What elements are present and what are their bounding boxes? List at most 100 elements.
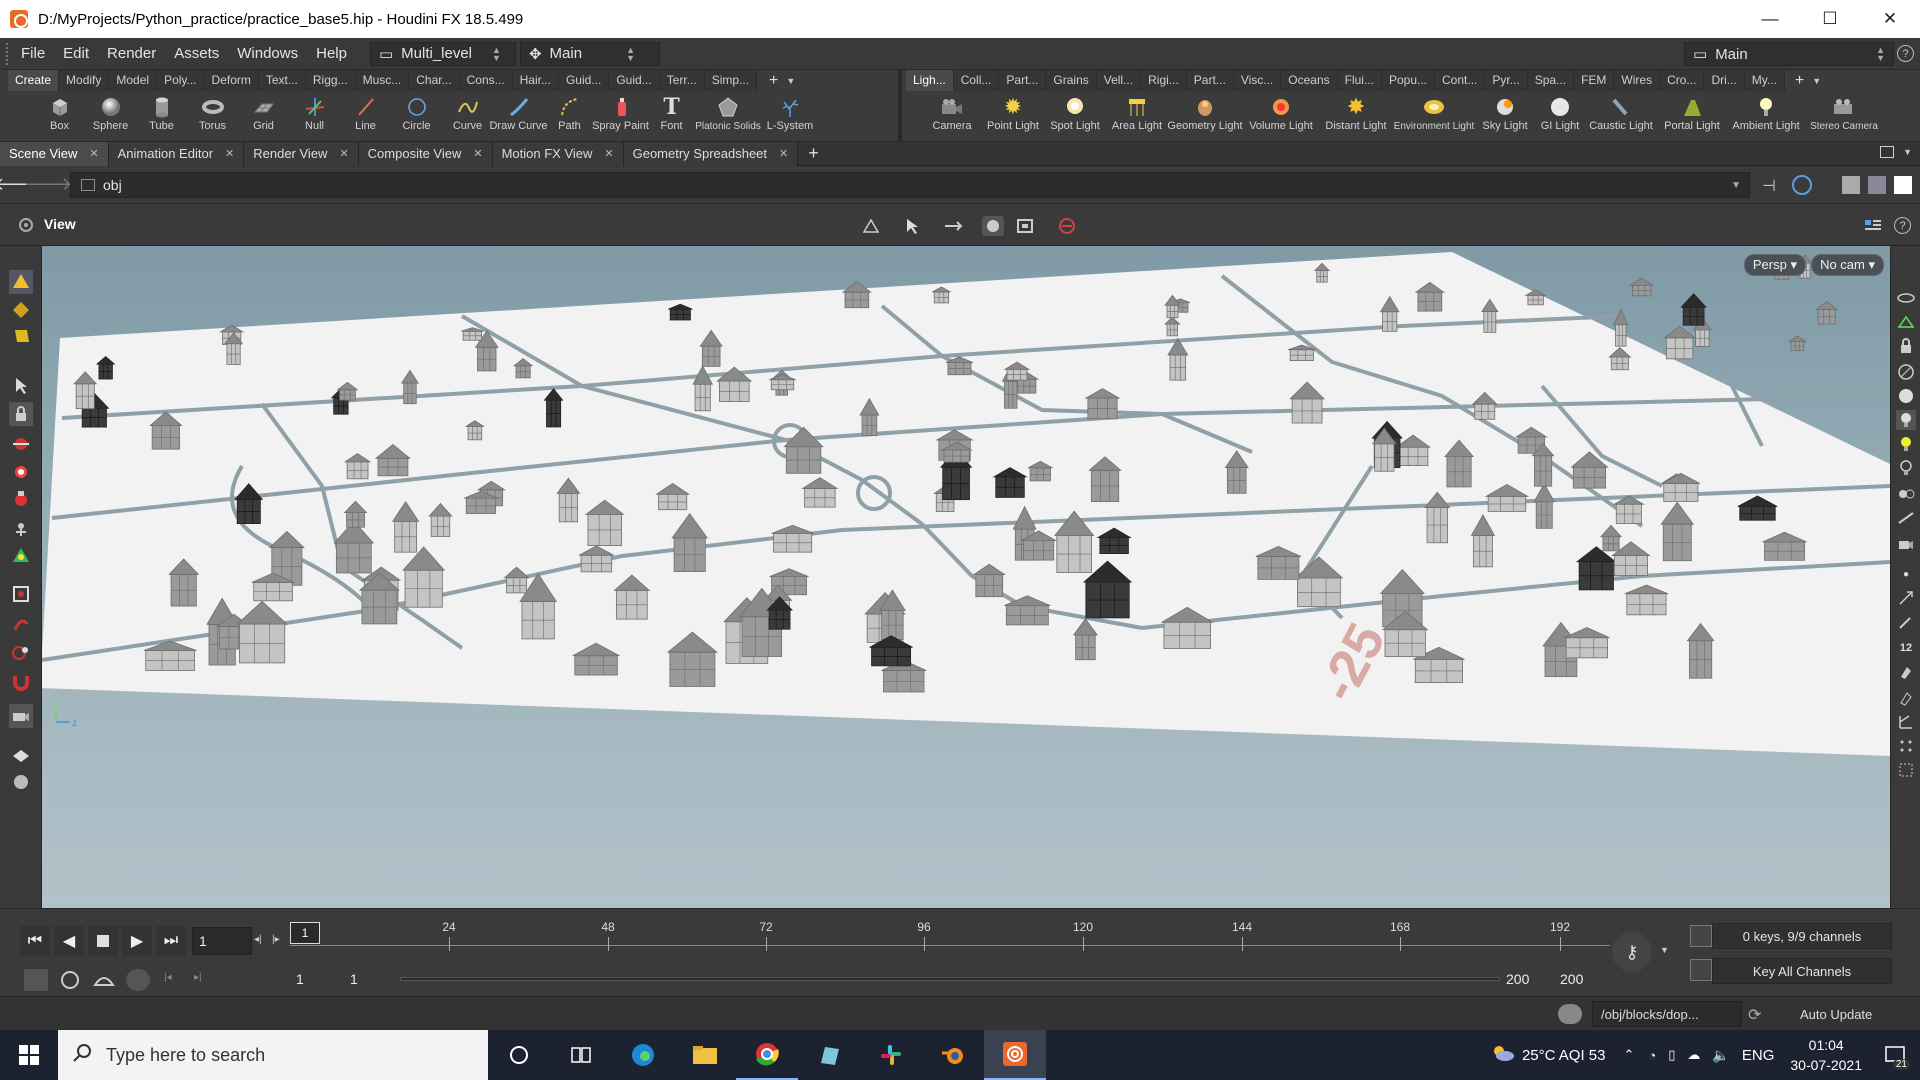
key-all-channels-button[interactable]: Key All Channels bbox=[1712, 958, 1892, 984]
snapping-icon[interactable] bbox=[982, 216, 1004, 236]
number-12-icon[interactable]: 12 bbox=[1896, 638, 1916, 658]
tool-curve[interactable]: Curve bbox=[442, 92, 493, 142]
normals-icon[interactable] bbox=[1896, 508, 1916, 528]
chevron-down-icon[interactable]: ▼ bbox=[1660, 945, 1669, 955]
refresh-icon[interactable]: ⟳ bbox=[1748, 1005, 1761, 1025]
close-tab-icon[interactable]: ✕ bbox=[779, 147, 788, 160]
tool-area-light[interactable]: Area Light bbox=[1106, 92, 1168, 142]
graph-icon[interactable] bbox=[1690, 959, 1712, 981]
network-path-field[interactable]: obj ▼ bbox=[70, 172, 1750, 198]
move-tool-icon[interactable] bbox=[9, 432, 33, 456]
stop-icon[interactable] bbox=[88, 926, 118, 956]
tool-ambient-light[interactable]: Ambient Light bbox=[1728, 92, 1804, 142]
tool-font[interactable]: T Font bbox=[646, 92, 697, 142]
select-arrow-icon[interactable] bbox=[902, 216, 924, 236]
step-back-icon[interactable]: ◂| bbox=[254, 934, 262, 945]
menu-file[interactable]: File bbox=[12, 45, 54, 62]
shelf-tab[interactable]: Coll... bbox=[953, 70, 1000, 91]
menu-edit[interactable]: Edit bbox=[54, 45, 98, 62]
selection-mode-objects-icon[interactable] bbox=[9, 270, 33, 294]
shelf-tab[interactable]: Spa... bbox=[1527, 70, 1575, 91]
frame-marker[interactable]: 1 bbox=[290, 922, 320, 944]
jump-end-icon[interactable]: ⏭ bbox=[156, 926, 186, 956]
selection-mode-dynamics-icon[interactable] bbox=[9, 324, 33, 348]
battery-icon[interactable]: ▯ bbox=[1668, 1047, 1675, 1063]
tab-render-view[interactable]: Render View ✕ bbox=[244, 141, 359, 166]
shelf-tab[interactable]: Guid... bbox=[558, 70, 610, 91]
menu-windows[interactable]: Windows bbox=[228, 45, 307, 62]
link-icon[interactable] bbox=[1792, 175, 1812, 195]
view-tool-icon[interactable] bbox=[9, 582, 33, 606]
volume-icon[interactable]: 🔈 bbox=[1712, 1047, 1729, 1064]
tab-scene-view[interactable]: Scene View ✕ bbox=[0, 141, 109, 166]
cortana-icon[interactable] bbox=[488, 1030, 550, 1080]
menu-help[interactable]: Help bbox=[307, 45, 356, 62]
shelf-tab[interactable]: Wires bbox=[1614, 70, 1661, 91]
network-icon[interactable]: ◔ bbox=[1648, 1048, 1656, 1063]
tool-draw-curve[interactable]: Draw Curve bbox=[489, 92, 548, 142]
chevron-down-icon[interactable]: ▼ bbox=[1731, 180, 1741, 191]
weather-text[interactable]: 25°C AQI 53 bbox=[1522, 1047, 1606, 1064]
lock-camera-icon[interactable] bbox=[1896, 336, 1916, 356]
chevron-up-icon[interactable]: ⌃ bbox=[1624, 1047, 1635, 1063]
shelf-tab[interactable]: Char... bbox=[409, 70, 460, 91]
viewport-layout-icon[interactable] bbox=[1862, 216, 1884, 236]
status-path-field[interactable]: /obj/blocks/dop... bbox=[1592, 1001, 1742, 1027]
tool-caustic-light[interactable]: Caustic Light bbox=[1586, 92, 1656, 142]
tool-spot-light[interactable]: Spot Light bbox=[1044, 92, 1106, 142]
paint-tool-icon[interactable] bbox=[9, 612, 33, 636]
ghost-icon[interactable] bbox=[1896, 362, 1916, 382]
brush-tool-icon[interactable] bbox=[9, 640, 33, 664]
menu-render[interactable]: Render bbox=[98, 45, 165, 62]
vector-icon[interactable] bbox=[1896, 588, 1916, 608]
pane-link-icon[interactable] bbox=[1894, 176, 1912, 194]
tab-composite-view[interactable]: Composite View ✕ bbox=[358, 141, 493, 166]
close-tab-icon[interactable]: ✕ bbox=[89, 147, 98, 160]
file-explorer-icon[interactable] bbox=[674, 1030, 736, 1080]
taskbar-search-box[interactable]: Type here to search bbox=[58, 1030, 488, 1080]
tool-path[interactable]: Path bbox=[544, 92, 595, 142]
shelf-tab[interactable]: Popu... bbox=[1381, 70, 1436, 91]
shelf-tab[interactable]: Modify bbox=[59, 70, 110, 91]
tool-sky-light[interactable]: Sky Light bbox=[1476, 92, 1534, 142]
camera-tool-icon[interactable] bbox=[9, 704, 33, 728]
no-entry-icon[interactable] bbox=[1056, 216, 1078, 236]
desktop-layout-icon[interactable] bbox=[1842, 176, 1860, 194]
shelf-tab[interactable]: Visc... bbox=[1233, 70, 1282, 91]
menu-assets[interactable]: Assets bbox=[165, 45, 228, 62]
keys-channels-field[interactable]: 0 keys, 9/9 channels bbox=[1712, 923, 1892, 949]
tool-null[interactable]: Null bbox=[289, 92, 340, 142]
notification-icon[interactable]: 21 bbox=[1884, 1044, 1910, 1070]
tool-sphere[interactable]: Sphere bbox=[85, 92, 136, 142]
context-select[interactable]: ✥ Main ▲ ▼ bbox=[519, 41, 660, 66]
tool-environment-light[interactable]: Environment Light bbox=[1392, 92, 1476, 142]
minimize-button[interactable]: — bbox=[1740, 0, 1800, 38]
help-icon[interactable]: ? bbox=[1897, 45, 1914, 62]
right-desktop-select[interactable]: ▭ Main ▲ ▼ bbox=[1684, 42, 1894, 66]
tab-motion-fx-view[interactable]: Motion FX View ✕ bbox=[492, 141, 624, 166]
shelf-tab[interactable]: Simp... bbox=[704, 70, 758, 91]
cloud-status-icon[interactable] bbox=[1558, 1004, 1582, 1024]
visualizer-icon[interactable] bbox=[9, 742, 33, 766]
shelf-tab[interactable]: My... bbox=[1744, 70, 1785, 91]
scene-icon[interactable] bbox=[1868, 176, 1886, 194]
channel-list-icon[interactable] bbox=[1690, 925, 1712, 947]
clock[interactable]: 01:04 30-07-2021 bbox=[1790, 1035, 1862, 1075]
auto-update-button[interactable]: Auto Update bbox=[1780, 1001, 1910, 1027]
notes-app-icon[interactable] bbox=[798, 1030, 860, 1080]
paint-icon[interactable] bbox=[1896, 662, 1916, 682]
step-forward-icon[interactable]: |▸ bbox=[272, 934, 280, 945]
prev-key-icon[interactable]: |◂ bbox=[164, 972, 172, 983]
close-tab-icon[interactable]: ✕ bbox=[225, 147, 234, 160]
shelf-menu-icon[interactable]: ▼ bbox=[786, 76, 795, 86]
tool-distant-light[interactable]: ✸ Distant Light bbox=[1320, 92, 1392, 142]
view-menu-icon[interactable] bbox=[18, 216, 38, 234]
shelf-tab[interactable]: Text... bbox=[258, 70, 306, 91]
maximize-pane-icon[interactable] bbox=[1880, 146, 1894, 158]
tool-gi-light[interactable]: GI Light bbox=[1534, 92, 1586, 142]
shelf-tab[interactable]: FEM bbox=[1574, 70, 1615, 91]
rotate-tool-icon[interactable] bbox=[9, 460, 33, 484]
realtime-toggle-icon[interactable] bbox=[24, 969, 48, 991]
tool-stereo-camera[interactable]: Stereo Camera bbox=[1804, 92, 1884, 142]
tool-circle[interactable]: Circle bbox=[391, 92, 442, 142]
